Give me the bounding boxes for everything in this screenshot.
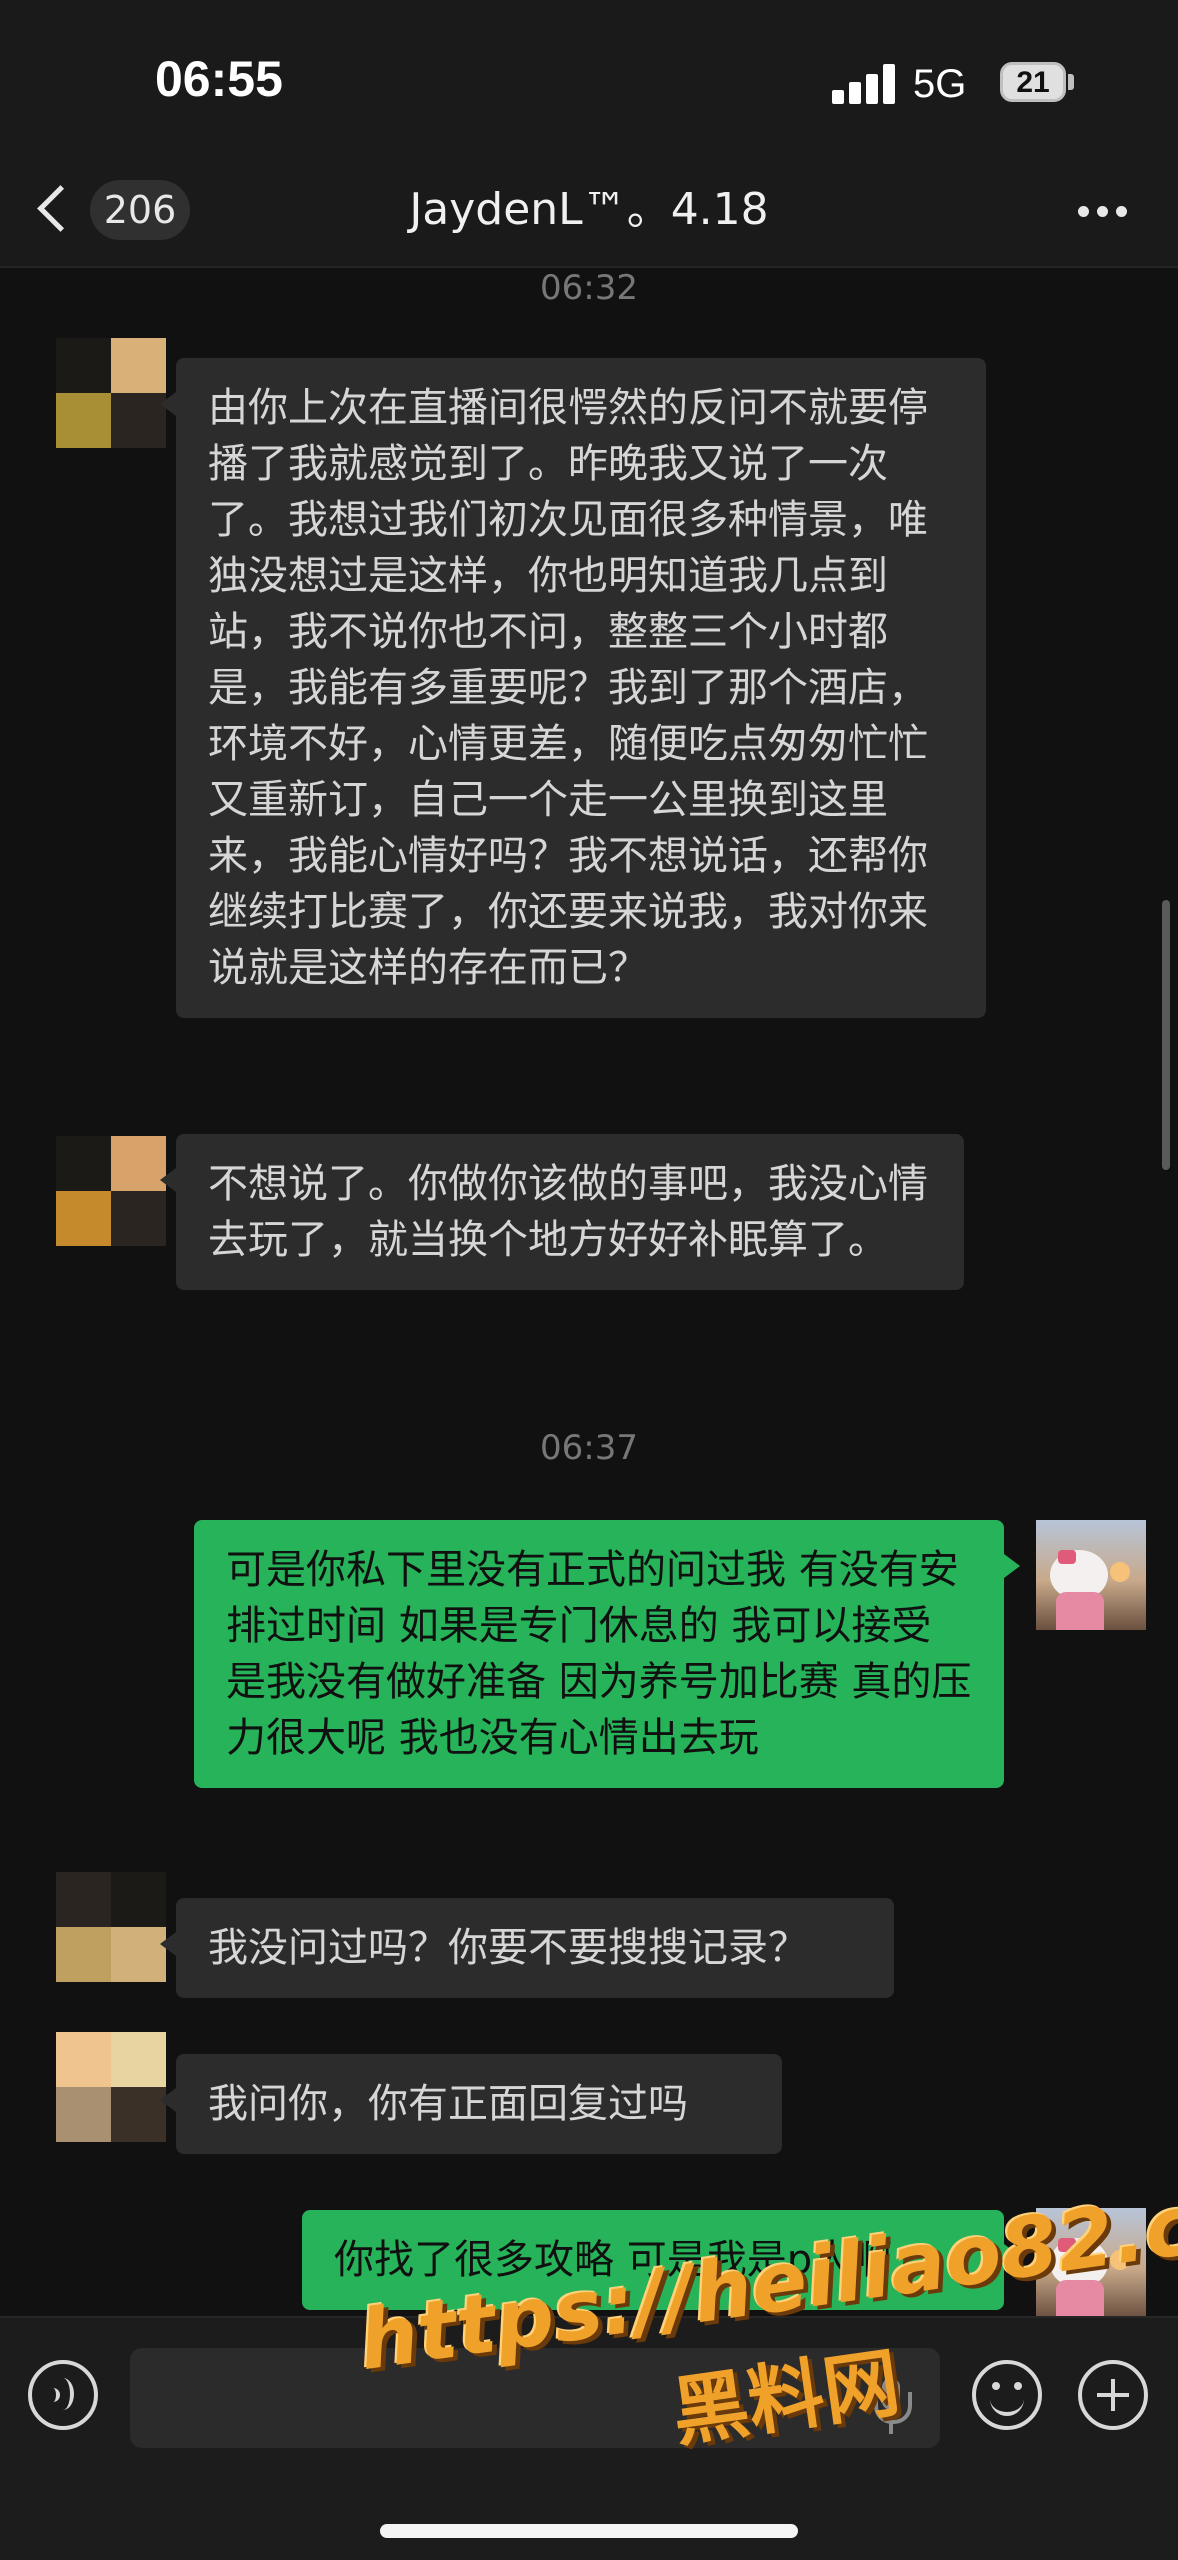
network-type-label: 5G xyxy=(913,62,967,106)
unread-count-badge[interactable]: 206 xyxy=(90,180,190,240)
message-input[interactable] xyxy=(130,2348,940,2448)
incoming-message[interactable]: 我没问过吗？你要不要搜搜记录？ xyxy=(160,1898,894,1998)
add-attachment-icon[interactable] xyxy=(1078,2360,1148,2430)
chat-title: JaydenL™。4.18 xyxy=(409,184,769,235)
status-bar: 06:55 5G 21 xyxy=(0,0,1178,170)
incoming-message[interactable]: 不想说了。你做你该做的事吧，我没心情去玩了，就当换个地方好好补眠算了。 xyxy=(160,1134,964,1290)
scrollbar[interactable] xyxy=(1162,900,1170,1170)
message-timestamp: 06:37 xyxy=(540,1428,638,1468)
outgoing-message[interactable]: 可是你私下里没有正式的问过我 有没有安排过时间 如果是专门休息的 我可以接受 是… xyxy=(194,1520,1020,1788)
emoji-icon[interactable] xyxy=(972,2360,1042,2430)
outgoing-message[interactable]: 你找了很多攻略 可是我是p人啊 xyxy=(302,2210,1020,2310)
incoming-message[interactable]: 我问你，你有正面回复过吗 xyxy=(160,2054,782,2154)
message-timestamp: 06:32 xyxy=(540,268,638,308)
home-indicator[interactable] xyxy=(380,2524,798,2538)
message-composer xyxy=(0,2316,1178,2560)
status-time: 06:55 xyxy=(155,51,283,107)
chat-screen: 06:55 5G 21 206 JaydenL™。4.18 06:32 由你上次… xyxy=(0,0,1178,2560)
message-list[interactable]: 06:32 由你上次在直播间很愕然的反问不就要停播了我就感觉到了。昨晚我又说了一… xyxy=(0,268,1178,2318)
my-avatar[interactable] xyxy=(1036,1520,1146,1630)
contact-avatar[interactable] xyxy=(56,1136,166,1246)
microphone-icon[interactable] xyxy=(872,2378,912,2438)
cellular-signal-icon xyxy=(832,64,896,104)
chat-header: 206 JaydenL™。4.18 xyxy=(0,170,1178,268)
contact-avatar[interactable] xyxy=(56,2032,166,2142)
contact-avatar[interactable] xyxy=(56,338,166,448)
battery-cap-icon xyxy=(1068,74,1074,90)
voice-input-icon[interactable] xyxy=(28,2360,98,2430)
battery-level: 21 xyxy=(1016,66,1050,99)
contact-avatar[interactable] xyxy=(56,1872,166,1982)
more-options-icon[interactable] xyxy=(1078,206,1128,218)
incoming-message[interactable]: 由你上次在直播间很愕然的反问不就要停播了我就感觉到了。昨晚我又说了一次了。我想过… xyxy=(160,358,986,1018)
battery-icon: 21 xyxy=(1000,62,1066,102)
my-avatar[interactable] xyxy=(1036,2208,1146,2318)
back-chevron-icon[interactable] xyxy=(37,185,84,232)
